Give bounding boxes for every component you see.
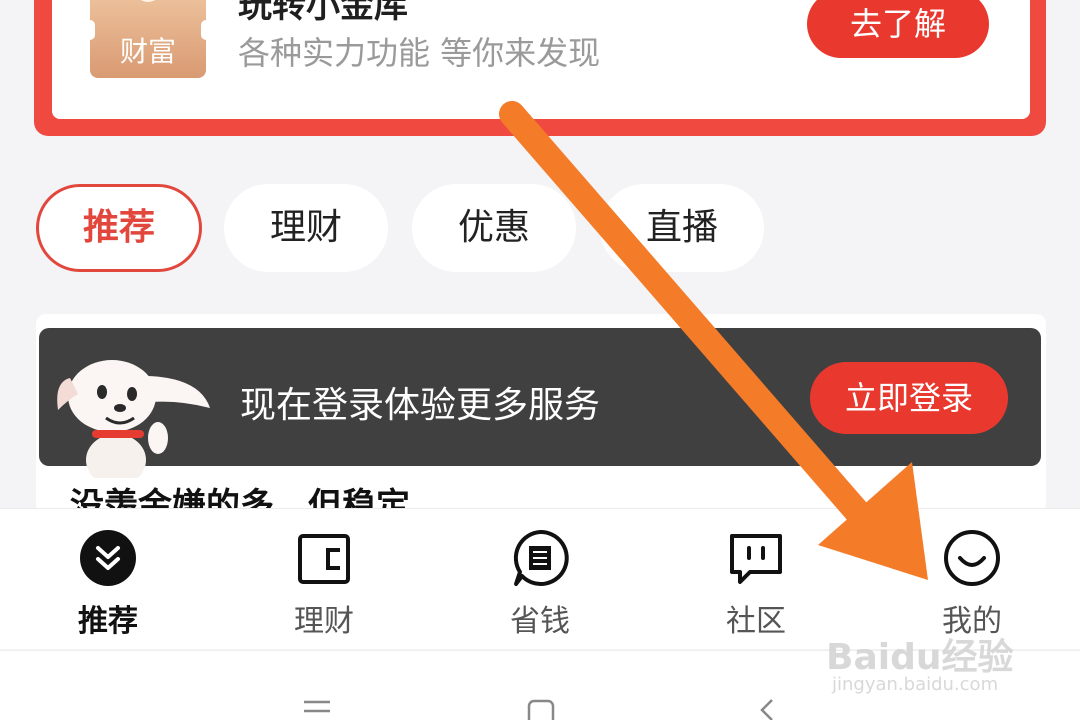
jd-dog-mascot-icon bbox=[57, 360, 210, 478]
tab-recommend[interactable]: 推荐 bbox=[36, 184, 202, 272]
wealth-icon-label: 财富 bbox=[119, 35, 176, 68]
wealth-icon: ¥ 财富 bbox=[90, 0, 206, 78]
watermark-brand: Baidu经验 bbox=[826, 637, 1014, 678]
login-prompt-text: 现在登录体验更多服务 bbox=[240, 385, 601, 426]
baidu-watermark: Baidu经验 jingyan.baidu.com bbox=[826, 628, 1026, 708]
smiley-icon bbox=[944, 530, 1000, 586]
promo-title: 玩转小金库 bbox=[238, 0, 408, 26]
nav-label-save-money: 省钱 bbox=[510, 604, 570, 639]
nav-item-finance[interactable]: 理财 bbox=[216, 520, 432, 640]
back-icon[interactable] bbox=[756, 698, 780, 720]
nav-label-recommend: 推荐 bbox=[78, 604, 138, 639]
nav-label-finance: 理财 bbox=[294, 604, 354, 639]
tab-finance[interactable]: 理财 bbox=[224, 184, 388, 272]
watermark-url: jingyan.baidu.com bbox=[832, 674, 999, 695]
home-square-icon[interactable] bbox=[526, 698, 556, 720]
nav-item-me[interactable]: 我的 bbox=[864, 520, 1080, 640]
nav-item-recommend[interactable]: 推荐 bbox=[0, 520, 216, 640]
promo-subtitle: 各种实力功能 等你来发现 bbox=[238, 34, 601, 72]
coin-icon: ¥ bbox=[134, 0, 162, 2]
learn-more-button[interactable]: 去了解 bbox=[807, 0, 989, 58]
login-button[interactable]: 立即登录 bbox=[810, 362, 1008, 434]
wallet-icon bbox=[298, 534, 350, 584]
tab-live[interactable]: 直播 bbox=[600, 184, 764, 272]
nav-item-community[interactable]: 社区 bbox=[648, 520, 864, 640]
tab-deals[interactable]: 优惠 bbox=[412, 184, 576, 272]
nav-item-save-money[interactable]: 省钱 bbox=[432, 520, 648, 640]
menu-icon[interactable] bbox=[302, 698, 332, 720]
double-chevron-down-icon bbox=[80, 530, 136, 586]
save-money-icon bbox=[513, 529, 569, 586]
chat-icon bbox=[730, 534, 782, 584]
